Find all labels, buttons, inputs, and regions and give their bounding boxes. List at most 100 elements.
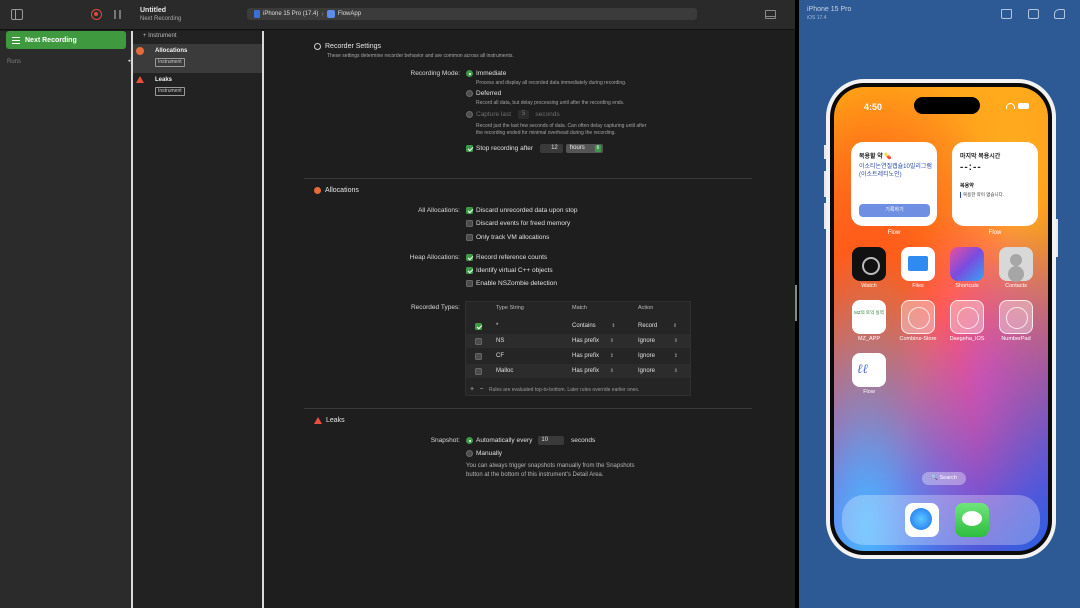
checkbox-icon: [466, 267, 473, 274]
option-label: Enable NSZombie detection: [476, 280, 557, 287]
action-select[interactable]: Ignore ⇕: [638, 353, 678, 359]
auto-snapshot-radio[interactable]: Automatically every 10 seconds: [466, 436, 595, 445]
discard-freed-checkbox[interactable]: Discard events for freed memory: [466, 220, 570, 227]
volume-up-button: [824, 171, 826, 197]
numberpad-app-icon[interactable]: [999, 300, 1033, 334]
target-selector[interactable]: iPhone 15 Pro (17.4) › FlowApp: [247, 8, 697, 20]
instrument-row-allocations[interactable]: Allocations Instrument: [133, 44, 262, 73]
widget-caption: Flow: [887, 230, 901, 236]
flow-medication-widget[interactable]: 복용할 약 💊 이소티논연질캡슐10밀리그램(이소트레티노인) 기록하기: [851, 142, 937, 226]
phone-icon: [254, 10, 260, 18]
rotate-icon[interactable]: [1054, 9, 1065, 19]
match-select[interactable]: Has prefix ⇕: [572, 368, 614, 374]
screenshot-icon[interactable]: [1028, 9, 1039, 19]
type-string-cell[interactable]: CF: [496, 353, 504, 359]
only-vm-checkbox[interactable]: Only track VM allocations: [466, 234, 549, 241]
sidebar-toggle-icon[interactable]: [11, 9, 23, 20]
shortcuts-app-icon[interactable]: [950, 247, 984, 281]
stop-recording-checkbox[interactable]: Stop recording after 12 hours ⇕: [466, 144, 603, 153]
type-string-cell[interactable]: NS: [496, 338, 504, 344]
option-label: Record reference counts: [476, 254, 548, 261]
watch-app-icon[interactable]: [852, 247, 886, 281]
messages-app-icon[interactable]: [955, 503, 989, 537]
select-value: Has prefix: [572, 353, 600, 359]
pause-icon[interactable]: [114, 10, 121, 19]
action-select[interactable]: Ignore ⇕: [638, 338, 678, 344]
detail-panel-toggle-icon[interactable]: [765, 10, 776, 19]
stop-unit-select[interactable]: hours ⇕: [565, 144, 603, 153]
column-header: Type String: [496, 305, 524, 311]
chevron-updown-icon: ⇕: [673, 338, 678, 344]
window-divider-handle[interactable]: [795, 285, 797, 321]
match-select[interactable]: Has prefix ⇕: [572, 353, 614, 359]
identify-cpp-checkbox[interactable]: Identify virtual C++ objects: [466, 267, 553, 274]
nszombie-checkbox[interactable]: Enable NSZombie detection: [466, 280, 557, 287]
divider: [304, 178, 752, 179]
discard-unrecorded-checkbox[interactable]: Discard unrecorded data upon stop: [466, 207, 578, 214]
table-note: Rules are evaluated top-to-bottom. Later…: [488, 387, 640, 393]
checkbox-icon: [466, 220, 473, 227]
instrument-name: Allocations: [155, 48, 188, 54]
contacts-app-icon[interactable]: [999, 247, 1033, 281]
stop-hours-field[interactable]: 12: [540, 144, 563, 153]
recorded-types-table: Type String Match Action * Contains ⇕ Re…: [465, 301, 691, 396]
row-checkbox[interactable]: [475, 353, 482, 360]
add-instrument-button[interactable]: + Instrument: [143, 33, 177, 39]
allocations-header: Allocations: [314, 187, 359, 194]
deferred-radio[interactable]: Deferred: [466, 90, 501, 97]
flow-last-dose-widget[interactable]: 마지막 복용시간 --:-- 복용약 복용한 약이 없습니다.: [952, 142, 1038, 226]
instrument-tag: Instrument: [155, 58, 185, 67]
match-select[interactable]: Has prefix ⇕: [572, 338, 614, 344]
instrument-row-leaks[interactable]: Leaks Instrument: [133, 73, 262, 102]
select-value: Ignore: [638, 353, 656, 359]
match-select[interactable]: Contains ⇕: [572, 323, 616, 329]
simulator-title: iPhone 15 Pro: [807, 6, 852, 13]
chevron-updown-icon: ⇕: [673, 368, 678, 374]
action-select[interactable]: Record ⇕: [638, 323, 677, 329]
table-footer: + − Rules are evaluated top-to-bottom. L…: [470, 386, 639, 393]
gear-icon: [314, 43, 321, 50]
home-screen[interactable]: 4:50 복용할 약 💊 이소티논연질캡슐10밀리그램(이소트레티노인) 기록하…: [834, 87, 1048, 551]
daegeha-app-icon[interactable]: [950, 300, 984, 334]
immediate-radio[interactable]: Immediate: [466, 70, 506, 77]
remove-rule-button[interactable]: −: [479, 386, 483, 393]
app-label: NumberPad: [1001, 336, 1031, 342]
safari-app-icon[interactable]: [905, 503, 939, 537]
table-row[interactable]: Malloc Has prefix ⇕ Ignore ⇕: [466, 364, 690, 378]
manual-snapshot-radio[interactable]: Manually: [466, 450, 502, 457]
type-string-cell[interactable]: *: [496, 323, 498, 329]
capture-last-radio[interactable]: Capture last 5 seconds: [466, 110, 560, 119]
add-rule-button[interactable]: +: [470, 386, 474, 393]
next-recording-item[interactable]: Next Recording: [6, 31, 126, 49]
target-chip[interactable]: iPhone 15 Pro (17.4) › FlowApp: [254, 10, 361, 18]
mz-app-icon[interactable]: MZ의 토익 실력: [852, 300, 886, 334]
table-row[interactable]: * Contains ⇕ Record ⇕: [466, 319, 690, 333]
column-header: Action: [638, 305, 654, 311]
help-text: You can always trigger snapshots manuall…: [466, 463, 635, 469]
search-button[interactable]: 🔍 Search: [922, 472, 966, 485]
checkbox-icon: [466, 254, 473, 261]
unit-label: seconds: [571, 437, 596, 444]
next-recording-label: Next Recording: [25, 36, 77, 44]
radio-icon: [466, 450, 473, 457]
capture-seconds-field[interactable]: 5: [518, 110, 530, 119]
record-dose-button[interactable]: 기록하기: [859, 204, 930, 217]
row-checkbox[interactable]: [475, 323, 482, 330]
files-app-icon[interactable]: [901, 247, 935, 281]
row-checkbox[interactable]: [475, 368, 482, 375]
record-button[interactable]: [91, 9, 102, 20]
action-select[interactable]: Ignore ⇕: [638, 368, 678, 374]
home-icon[interactable]: [1001, 9, 1012, 19]
table-row[interactable]: NS Has prefix ⇕ Ignore ⇕: [466, 334, 690, 348]
runs-sidebar: Next Recording Runs: [0, 31, 131, 608]
toolbar: Untitled Next Recording iPhone 15 Pro (1…: [0, 0, 795, 30]
table-row[interactable]: CF Has prefix ⇕ Ignore ⇕: [466, 349, 690, 363]
status-icons: [1006, 103, 1029, 109]
snapshot-interval-field[interactable]: 10: [538, 436, 565, 445]
record-refs-checkbox[interactable]: Record reference counts: [466, 254, 547, 261]
type-string-cell[interactable]: Malloc: [496, 368, 513, 374]
row-checkbox[interactable]: [475, 338, 482, 345]
combine-store-app-icon[interactable]: [901, 300, 935, 334]
flow-app-icon[interactable]: ℓℓ: [852, 353, 886, 387]
select-value: Ignore: [638, 368, 656, 374]
